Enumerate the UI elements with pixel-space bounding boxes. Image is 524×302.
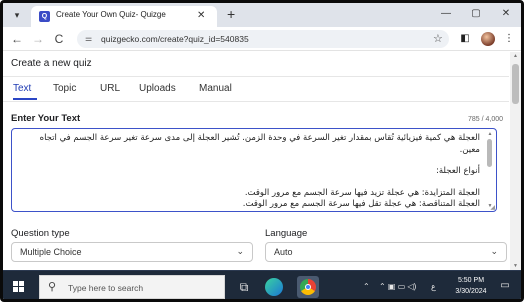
chevron-down-icon: ⌄ [490,246,498,256]
address-bar[interactable]: ⚌ quizgecko.com/create?quiz_id=540835 ☆ [77,30,449,48]
scroll-down-arrow-icon[interactable]: ▼ [510,262,521,270]
quiz-create-page: Create a new quiz Text Topic URL Uploads… [3,52,521,270]
text-line: العجلة هي كمية فيزيائية تُقاس بمقدار تغي… [39,133,480,155]
menu-icon[interactable]: ⋮ [501,31,517,47]
browser-tab-quizgecko[interactable]: Q Create Your Own Quiz- Quizge ✕ [31,6,217,27]
tray-chevron-icon[interactable]: ⌃ [363,280,370,294]
maximize-button[interactable]: ▢ [465,6,487,22]
search-placeholder: Type here to search [68,283,144,293]
minimize-button[interactable]: — [435,6,457,22]
scrollbar-thumb[interactable] [487,139,492,167]
windows-start-icon[interactable] [13,281,25,293]
text-line: العجلة المتزايدة: هي عجلة تزيد فيها سرعة… [244,187,480,198]
url-text[interactable]: quizgecko.com/create?quiz_id=540835 [101,34,249,44]
notification-icon[interactable]: ▭ [498,279,512,293]
clock-date: 3/30/2024 [455,288,487,295]
tab-close-icon[interactable]: ✕ [197,9,205,23]
text-content[interactable]: العجلة هي كمية فيزيائية تُقاس بمقدار تغي… [18,133,480,211]
active-tab-indicator [13,98,37,100]
text-line: العجلة المتناقصة: هي عجلة تقل فيها سرعة … [242,199,480,209]
source-tabs: Text Topic URL Uploads Manual [3,79,509,101]
taskbar-search-box[interactable]: ⚲ Type here to search [39,275,225,299]
edge-icon[interactable] [265,278,283,296]
reload-icon[interactable]: C [51,31,67,47]
tab-uploads[interactable]: Uploads [139,83,176,94]
text-line: أنواع العجلة: [435,166,480,176]
question-type-select[interactable]: Multiple Choice ⌄ [11,242,253,262]
chrome-icon[interactable] [297,276,319,298]
site-info-icon[interactable]: ⚌ [85,33,92,45]
favicon-icon: Q [39,11,50,22]
language-value: Auto [274,247,293,257]
chevron-down-icon: ⌄ [236,246,244,256]
scroll-up-arrow-icon[interactable]: ▲ [486,131,494,137]
forward-icon[interactable]: → [30,31,46,47]
scroll-up-arrow-icon[interactable]: ▲ [510,52,521,60]
scrollbar-thumb[interactable] [512,64,519,104]
resize-handle-icon[interactable]: ◢ [490,205,495,211]
screen-frame: ▾ Q Create Your Own Quiz- Quizge ✕ + — ▢… [0,0,524,302]
clock-time: 5:50 PM [457,277,485,284]
keyboard-layout-icon[interactable]: ع [431,280,436,294]
page-scrollbar[interactable]: ▲ ▼ [510,52,521,270]
tab-title: Create Your Own Quiz- Quizge [56,10,166,19]
quiz-text-input[interactable]: العجلة هي كمية فيزيائية تُقاس بمقدار تغي… [11,128,497,212]
question-type-value: Multiple Choice [20,247,82,257]
browser-toolbar: ← → C ⚌ quizgecko.com/create?quiz_id=540… [3,27,521,51]
tab-topic[interactable]: Topic [53,83,76,94]
back-icon[interactable]: ← [9,31,25,47]
character-counter: 785 / 4,000 [467,116,503,123]
question-type-label: Question type [11,228,70,239]
enter-text-label: Enter Your Text [11,113,81,124]
close-window-button[interactable]: ✕ [495,6,517,22]
language-label: Language [265,228,308,239]
bookmark-star-icon[interactable]: ☆ [433,31,443,47]
system-clock[interactable]: 5:50 PM 3/30/2024 [451,275,491,297]
divider [3,101,509,102]
textarea-scrollbar[interactable]: ▲ ▼ [486,131,494,209]
search-icon: ⚲ [48,281,57,293]
tab-url[interactable]: URL [100,83,120,94]
tab-text[interactable]: Text [13,83,31,94]
profile-avatar[interactable] [481,32,495,46]
windows-taskbar: ⚲ Type here to search ⧉ ⌃ ⌃ ▣ ▭ ◁) ع 5:5… [3,270,521,299]
tab-search-chevron-down-icon[interactable]: ▾ [9,8,25,22]
browser-tab-strip: ▾ Q Create Your Own Quiz- Quizge ✕ + — ▢… [3,3,521,27]
tray-icons[interactable]: ⌃ ▣ ▭ ◁) [379,280,416,294]
divider [3,76,509,77]
language-select[interactable]: Auto ⌄ [265,242,507,262]
sidebar-icon[interactable]: ◧ [457,31,473,47]
task-view-icon[interactable]: ⧉ [235,278,253,296]
page-title: Create a new quiz [11,58,92,69]
tab-manual[interactable]: Manual [199,83,232,94]
new-tab-button[interactable]: + [227,6,235,22]
